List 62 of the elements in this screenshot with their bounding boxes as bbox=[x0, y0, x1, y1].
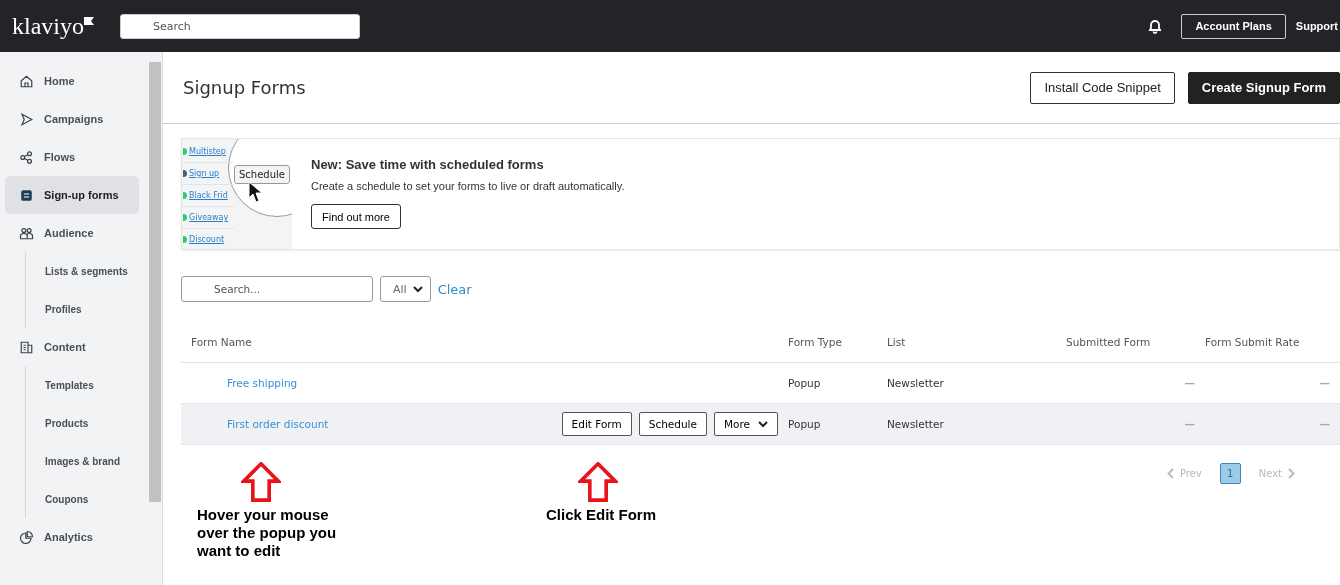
table-cell-text: Popup bbox=[788, 418, 822, 430]
table-cell-text: Popup bbox=[788, 377, 822, 389]
table-cell: — bbox=[1184, 377, 1195, 389]
send-icon bbox=[19, 111, 34, 127]
account-plans-button[interactable]: Account Plans bbox=[1181, 13, 1286, 39]
chevron-left-icon bbox=[1166, 468, 1174, 479]
sidebar-subitem[interactable]: Lists & segments bbox=[26, 252, 147, 290]
annotation-text: Click Edit Form bbox=[546, 506, 657, 524]
column-header[interactable]: Form Name bbox=[181, 336, 788, 348]
logo[interactable]: klaviyo bbox=[12, 12, 108, 40]
more-dropdown[interactable]: More bbox=[713, 412, 778, 436]
find-out-more-button[interactable]: Find out more bbox=[311, 204, 401, 229]
up-arrow-icon bbox=[578, 462, 618, 502]
cursor-icon bbox=[248, 181, 263, 203]
sidebar-subitem[interactable]: Coupons bbox=[26, 480, 147, 518]
search-field[interactable]: Search bbox=[120, 13, 360, 39]
sidebar-subitem[interactable]: Templates bbox=[26, 366, 147, 404]
bell-icon[interactable] bbox=[1147, 18, 1164, 34]
home-icon bbox=[19, 73, 34, 89]
table-row[interactable]: First order discount Edit Form Schedule More Popup Newsletter — — bbox=[181, 404, 1340, 445]
annotation-text: Hover your mouse over the popup you want to edit bbox=[197, 506, 337, 560]
form-icon bbox=[19, 187, 34, 203]
chevron-right-icon bbox=[1288, 468, 1295, 479]
sidebar-subitem[interactable]: Images & brand bbox=[26, 442, 147, 480]
column-header[interactable]: Submitted Form bbox=[1066, 336, 1205, 348]
sidebar-item[interactable]: Audience bbox=[5, 214, 139, 252]
column-header[interactable]: Form Submit Rate bbox=[1205, 336, 1340, 348]
install-snippet-button[interactable]: Install Code Snippet bbox=[1030, 71, 1175, 104]
people-icon bbox=[19, 225, 34, 241]
filter-dropdown[interactable]: All bbox=[380, 276, 431, 302]
table-cell: — bbox=[1319, 418, 1330, 430]
search-field[interactable]: Search... bbox=[181, 276, 373, 302]
sidebar-subitem[interactable]: Products bbox=[26, 404, 147, 442]
sidebar-item[interactable]: Sign-up forms bbox=[5, 176, 139, 214]
chevron-down-icon bbox=[412, 285, 423, 293]
support-link[interactable]: Support bbox=[1295, 20, 1338, 32]
sidebar-item[interactable]: Content bbox=[5, 328, 139, 366]
sidebar-item[interactable]: Campaigns bbox=[5, 100, 139, 138]
document-icon bbox=[19, 339, 34, 355]
share-icon bbox=[19, 149, 34, 165]
sidebar-item[interactable]: Analytics bbox=[5, 518, 139, 556]
pie-chart-icon bbox=[19, 529, 34, 545]
sidebar-item[interactable]: Home bbox=[5, 62, 139, 100]
scrollbar[interactable] bbox=[147, 52, 163, 585]
sidebar-item[interactable]: Flows bbox=[5, 138, 139, 176]
banner-title: New: Save time with scheduled forms bbox=[311, 157, 544, 172]
banner-text: Create a schedule to set your forms to live or draft automatically. bbox=[311, 180, 625, 192]
table-cell-text: Newsletter bbox=[887, 377, 945, 389]
chevron-down-icon bbox=[758, 420, 768, 428]
table-cell-text: Newsletter bbox=[887, 418, 945, 430]
up-arrow-icon bbox=[241, 462, 281, 502]
page-title: Signup Forms bbox=[183, 77, 307, 98]
row-action-button[interactable]: Edit Form bbox=[561, 412, 632, 436]
table-cell: — bbox=[1184, 418, 1195, 430]
sidebar-subitem[interactable]: Profiles bbox=[26, 290, 147, 328]
column-header[interactable]: List bbox=[887, 336, 1066, 348]
form-name-link[interactable]: Free shipping bbox=[227, 377, 778, 389]
row-action-button[interactable]: Schedule bbox=[638, 412, 707, 436]
table-cell: — bbox=[1319, 377, 1330, 389]
create-form-button[interactable]: Create Signup Form bbox=[1187, 71, 1340, 104]
column-header[interactable]: Form Type bbox=[788, 336, 887, 348]
clear-link[interactable]: Clear bbox=[437, 281, 472, 297]
